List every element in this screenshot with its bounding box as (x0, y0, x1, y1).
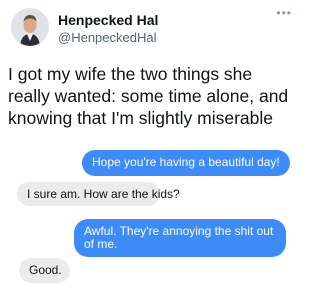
tweet-text: I got my wife the two things she really … (8, 64, 289, 128)
user-handle[interactable]: @HenpeckedHal (58, 30, 156, 45)
tweet-card: Henpecked Hal @HenpeckedHal ••• I got my… (0, 0, 300, 288)
message-bubble-received: Good. (19, 258, 70, 283)
message-bubble-received: I sure am. How are the kids? (17, 182, 180, 206)
message-bubble-sent: Hope you're having a beautiful day! (82, 150, 290, 176)
more-options-icon[interactable]: ••• (276, 6, 292, 20)
display-name[interactable]: Henpecked Hal (58, 12, 158, 28)
message-bubble-sent: Awful. They're annoying the shit out of … (74, 219, 286, 257)
tweet-header: Henpecked Hal @HenpeckedHal ••• (0, 0, 300, 54)
profile-avatar-icon (11, 8, 49, 46)
message-thread-image: Hope you're having a beautiful day! I su… (0, 140, 300, 288)
avatar[interactable] (11, 8, 49, 46)
